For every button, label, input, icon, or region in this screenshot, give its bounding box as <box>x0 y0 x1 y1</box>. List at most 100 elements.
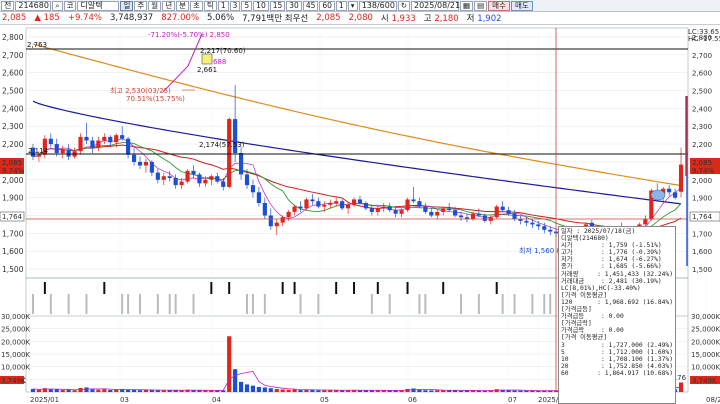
info-row: 저가: 1,674 (-6.27%) <box>561 256 673 263</box>
grid-icon[interactable]: ▤ <box>474 0 488 11</box>
candle-body <box>423 206 428 212</box>
interval-custom-button[interactable]: 1 <box>335 0 347 11</box>
candle[interactable] <box>494 204 499 220</box>
candle-body <box>66 149 71 157</box>
interval-10-button[interactable]: 10 <box>253 0 269 11</box>
candle-body <box>173 178 178 186</box>
interval-1-button[interactable]: 1 <box>217 0 229 11</box>
signal-bar <box>531 294 534 314</box>
signal-bar <box>168 294 171 314</box>
volume-bar <box>340 390 345 392</box>
info-row: 3: 1,727.000 (2.49%) <box>561 342 673 349</box>
calendar-icon[interactable]: ▦ <box>459 0 474 11</box>
refresh-icon[interactable]: ↻ <box>397 0 410 11</box>
volume-bar <box>197 390 202 392</box>
sell-button[interactable]: 매도 <box>510 0 533 11</box>
volume-bar <box>250 385 256 392</box>
info-row-key: 거래대금 <box>561 277 585 285</box>
info-row-value: : 1,968.692 (16.84%) <box>597 298 673 306</box>
volume-bar <box>203 390 208 392</box>
candle-body <box>530 222 535 225</box>
candle[interactable] <box>304 197 309 211</box>
candle-body <box>340 201 345 209</box>
candle[interactable] <box>227 117 232 189</box>
info-row: LC(8,01%),HC(-33.40%) <box>561 285 673 292</box>
info-row-value: : 1,864.917 (10.68%) <box>597 369 673 377</box>
period-year-button[interactable]: 년 <box>162 0 176 11</box>
volume-value: 3,748,937 <box>109 13 154 23</box>
count-field[interactable]: 138/600 <box>358 0 397 11</box>
right-price-badge-pct: 9.74% <box>692 167 715 175</box>
candle-body <box>381 206 386 209</box>
info-row-key: 종가 <box>561 263 573 271</box>
top-high-annotation: -71.20%(-5.70%) 2,850 <box>148 31 230 39</box>
volume-bar <box>524 390 529 392</box>
y-tick-label-right: 2,500 <box>692 88 712 96</box>
candle-body <box>476 213 481 216</box>
y-tick-label-right: 1,900 <box>692 195 712 203</box>
candle-body <box>185 170 190 182</box>
period-month-button[interactable]: 월 <box>148 0 162 11</box>
info-row-value: : 1,712.000 (1.60%) <box>600 348 673 356</box>
y-tick-label-right: 2,000 <box>692 177 712 185</box>
market-selector[interactable]: 전 <box>1 0 15 11</box>
signal-bar <box>121 294 124 314</box>
buy-button[interactable]: 매수 <box>488 0 510 11</box>
candle[interactable] <box>185 169 190 184</box>
volume-bar <box>458 390 464 392</box>
candle-body <box>643 219 648 225</box>
signal-bar <box>263 294 266 314</box>
candle-body <box>458 215 464 218</box>
candle-body <box>387 206 392 211</box>
candle-body <box>84 136 89 141</box>
period-week-button[interactable]: 주 <box>134 0 148 11</box>
volume-bar <box>417 389 422 392</box>
candle-body <box>215 176 220 182</box>
period-minute-button[interactable]: 분 <box>176 0 190 11</box>
interval-3-button[interactable]: 3 <box>229 0 241 11</box>
y-tick-label: 1,900 <box>2 194 24 203</box>
candle-body <box>191 170 196 175</box>
period-tick-button[interactable]: 틱 <box>203 0 217 11</box>
signal-bar <box>85 294 88 314</box>
signal-bar <box>406 282 409 294</box>
candle-body <box>143 161 149 166</box>
info-row-value: : 1,759 (-1.51%) <box>601 242 662 250</box>
priority-label: 최우선 <box>284 14 309 24</box>
stock-code-input[interactable]: 214680 <box>15 0 52 11</box>
signal-bar <box>513 294 516 314</box>
y-tick-label-right: 1,700 <box>692 230 712 238</box>
interval-45-button[interactable]: 45 <box>302 0 319 11</box>
period-day-button[interactable]: 일 <box>120 0 134 11</box>
info-row-value: : 1,727.000 (2.49%) <box>600 341 673 349</box>
candle-body <box>369 208 374 212</box>
selection-marker[interactable] <box>650 189 666 201</box>
change-amount: 185 <box>43 13 60 23</box>
interval-30-button[interactable]: 30 <box>286 0 302 11</box>
candle-body <box>334 201 339 203</box>
info-row-value: : 0.00 <box>601 327 624 335</box>
date-field[interactable]: 2025/08/21 <box>410 0 460 11</box>
interval-15-button[interactable]: 15 <box>269 0 286 11</box>
candle[interactable] <box>405 197 410 212</box>
period-second-button[interactable]: 초 <box>190 0 203 11</box>
search-button[interactable]: ⌕ <box>52 0 63 11</box>
prev-high-pct-label: 70.51%(15.75%) <box>126 95 185 103</box>
high-2763-label: 2,763 <box>27 41 47 49</box>
volume-tick-label-right: 30,000K <box>691 313 720 321</box>
interval-5-button[interactable]: 5 <box>241 0 253 11</box>
settings-icon[interactable]: ▾ <box>347 0 358 11</box>
candle-body <box>673 192 678 198</box>
volume-bar <box>453 390 458 392</box>
interval-60-button[interactable]: 60 <box>319 0 335 11</box>
y-tick-label: 2,000 <box>2 176 24 185</box>
candle-body <box>78 136 83 152</box>
y-tick-label-right: 2,200 <box>692 141 712 149</box>
volume-bar <box>72 390 77 392</box>
candle-body <box>447 208 452 211</box>
y-tick-label: 2,200 <box>2 140 24 149</box>
candle-body <box>238 153 244 175</box>
candle-body <box>167 176 172 178</box>
info-row-value <box>601 320 673 327</box>
signal-bar <box>317 294 320 314</box>
